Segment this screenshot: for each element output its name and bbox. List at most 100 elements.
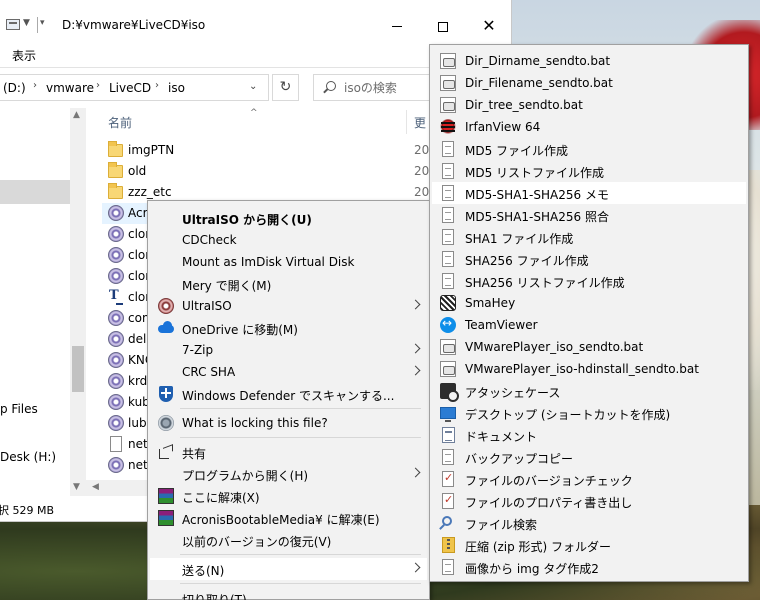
sendto-item-properties-export[interactable]: ファイルのプロパティ書き出し	[432, 490, 746, 512]
menu-item-onedrive-move[interactable]: OneDrive に移動(M)	[150, 317, 427, 339]
sendto-item-vmware-iso[interactable]: VMwarePlayer_iso_sendto.bat	[432, 336, 746, 358]
menu-item-label: AcronisBootableMedia¥ に解凍(E)	[182, 513, 380, 527]
sendto-item-zip-folder[interactable]: 圧縮 (zip 形式) フォルダー	[432, 534, 746, 556]
file-name: net	[128, 437, 148, 451]
menu-item-defender-scan[interactable]: Windows Defender でスキャンする...	[150, 383, 427, 405]
share-icon	[158, 444, 174, 460]
quick-access-customize-icon[interactable]: ▾	[40, 18, 45, 28]
nav-selected-item[interactable]	[0, 180, 70, 204]
breadcrumb-separator-icon[interactable]: ›	[96, 80, 100, 91]
file-row[interactable]: old 201	[102, 161, 437, 182]
page-icon	[442, 449, 454, 465]
menu-item-label: 送る(N)	[182, 564, 225, 578]
menu-item-label: CDCheck	[182, 233, 237, 247]
breadcrumb-separator-icon[interactable]: ›	[155, 80, 159, 91]
sendto-item-dir-filename[interactable]: Dir_Filename_sendto.bat	[432, 72, 746, 94]
close-button[interactable]: ✕	[466, 12, 511, 40]
page-icon	[442, 559, 454, 575]
menu-item-extract-here[interactable]: ここに解凍(X)	[150, 485, 427, 507]
sendto-item-dir-tree[interactable]: Dir_tree_sendto.bat	[432, 94, 746, 116]
column-divider[interactable]	[406, 110, 407, 134]
folder-icon	[108, 162, 123, 178]
zip-folder-icon	[442, 537, 455, 553]
sendto-item-version-check[interactable]: ファイルのバージョンチェック	[432, 468, 746, 490]
menu-item-extract-to-folder[interactable]: AcronisBootableMedia¥ に解凍(E)	[150, 507, 427, 529]
breadcrumb-drive[interactable]: (D:)	[3, 81, 26, 95]
lock-search-icon	[158, 415, 174, 431]
disc-image-icon	[108, 247, 124, 263]
menu-item-label: Windows Defender でスキャンする...	[182, 389, 395, 403]
menu-item-mount-imdisk[interactable]: Mount as ImDisk Virtual Disk	[150, 251, 427, 273]
menu-item-cut[interactable]: 切り取り(T)	[150, 587, 427, 600]
check-file-icon	[442, 471, 454, 487]
menu-item-7zip[interactable]: 7-Zip	[150, 339, 427, 361]
sendto-item-hash-verify[interactable]: MD5-SHA1-SHA256 照合	[432, 204, 746, 226]
sendto-item-dir-dirname[interactable]: Dir_Dirname_sendto.bat	[432, 50, 746, 72]
scroll-left-icon[interactable]: ◀	[92, 482, 99, 492]
column-header-date[interactable]: 更	[414, 114, 426, 131]
sendto-item-sha256-list[interactable]: SHA256 リストファイル作成	[432, 270, 746, 292]
close-icon: ✕	[482, 16, 496, 35]
navigation-pane: p Files Desk (H:) ▲ ▼	[0, 108, 86, 521]
breadcrumb-livecd[interactable]: LiveCD	[109, 81, 151, 95]
sendto-item-vmware-iso-hdinstall[interactable]: VMwarePlayer_iso-hdinstall_sendto.bat	[432, 358, 746, 380]
menu-item-crc-sha[interactable]: CRC SHA	[150, 361, 427, 383]
nav-scrollbar[interactable]: ▲ ▼	[70, 108, 86, 498]
sendto-item-desktop-shortcut[interactable]: デスクトップ (ショートカットを作成)	[432, 402, 746, 424]
breadcrumb-vmware[interactable]: vmware	[46, 81, 94, 95]
menu-item-open-with[interactable]: プログラムから開く(H)	[150, 463, 427, 485]
quick-access-dropdown-icon[interactable]: ▼	[23, 18, 30, 28]
sendto-item-attache-case[interactable]: アタッシェケース	[432, 380, 746, 402]
sendto-item-irfanview[interactable]: IrfanView 64	[432, 116, 746, 138]
menu-item-what-is-locking[interactable]: What is locking this file?	[150, 412, 427, 434]
menu-item-restore-previous[interactable]: 以前のバージョンの復元(V)	[150, 529, 427, 551]
menu-item-mery-open[interactable]: Mery で開く(M)	[150, 273, 427, 295]
submenu-arrow-icon	[415, 468, 421, 477]
column-header-name[interactable]: 名前	[108, 114, 132, 131]
nav-item-desk-h[interactable]: Desk (H:)	[0, 450, 56, 464]
breadcrumb-iso[interactable]: iso	[168, 81, 185, 95]
breadcrumb-separator-icon[interactable]: ›	[33, 80, 37, 91]
sendto-item-hash-memo[interactable]: MD5-SHA1-SHA256 メモ	[432, 182, 746, 204]
sort-ascending-icon: ^	[250, 108, 258, 118]
title-bar[interactable]: ▼ ▾ D:¥vmware¥LiveCD¥iso ✕	[0, 0, 511, 40]
menu-item-label: VMwarePlayer_iso-hdinstall_sendto.bat	[465, 362, 699, 376]
menu-item-label: バックアップコピー	[465, 452, 574, 466]
quick-access-properties-icon[interactable]	[6, 19, 20, 30]
sendto-item-md5-list[interactable]: MD5 リストファイル作成	[432, 160, 746, 182]
menu-item-label: ファイル検索	[465, 518, 538, 532]
menu-item-label: ドキュメント	[465, 430, 538, 444]
sendto-item-teamviewer[interactable]: TeamViewer	[432, 314, 746, 336]
menu-item-cdcheck[interactable]: CDCheck	[150, 229, 427, 251]
sendto-item-documents[interactable]: ドキュメント	[432, 424, 746, 446]
file-row[interactable]: imgPTN 202	[102, 140, 437, 161]
status-selection-size: 択 529 MB	[0, 504, 55, 517]
page-icon	[442, 141, 454, 157]
document-icon	[110, 436, 122, 452]
nav-scroll-thumb[interactable]	[72, 346, 84, 392]
address-bar[interactable]: (D:) › vmware › LiveCD › iso ⌄	[0, 74, 269, 101]
sendto-item-img-tag[interactable]: 画像から img タグ作成2	[432, 556, 746, 578]
scroll-down-icon[interactable]: ▼	[73, 482, 80, 492]
menu-item-send-to[interactable]: 送る(N)	[150, 558, 427, 580]
sendto-item-backup-copy[interactable]: バックアップコピー	[432, 446, 746, 468]
sendto-item-smahey[interactable]: SmaHey	[432, 292, 746, 314]
disc-image-icon	[108, 457, 124, 473]
ribbon-tab-view[interactable]: 表示	[12, 47, 36, 64]
menu-item-label: UltraISO	[182, 299, 232, 313]
sendto-item-sha256-file[interactable]: SHA256 ファイル作成	[432, 248, 746, 270]
sendto-item-sha1-file[interactable]: SHA1 ファイル作成	[432, 226, 746, 248]
address-dropdown-icon[interactable]: ⌄	[249, 81, 257, 92]
menu-item-ultraiso-open[interactable]: UltraISO から開く(U)	[150, 207, 427, 229]
menu-item-label: ファイルのバージョンチェック	[465, 474, 633, 488]
menu-item-share[interactable]: 共有	[150, 441, 427, 463]
scroll-up-icon[interactable]: ▲	[73, 110, 80, 120]
nav-item-program-files[interactable]: p Files	[0, 402, 38, 416]
menu-item-ultraiso[interactable]: UltraISO	[150, 295, 427, 317]
sendto-item-md5-file[interactable]: MD5 ファイル作成	[432, 138, 746, 160]
menu-item-label: アタッシェケース	[465, 386, 561, 400]
refresh-button[interactable]: ↻	[272, 74, 299, 101]
maximize-button[interactable]	[420, 12, 466, 40]
sendto-item-file-search[interactable]: ファイル検索	[432, 512, 746, 534]
minimize-button[interactable]	[374, 12, 420, 40]
